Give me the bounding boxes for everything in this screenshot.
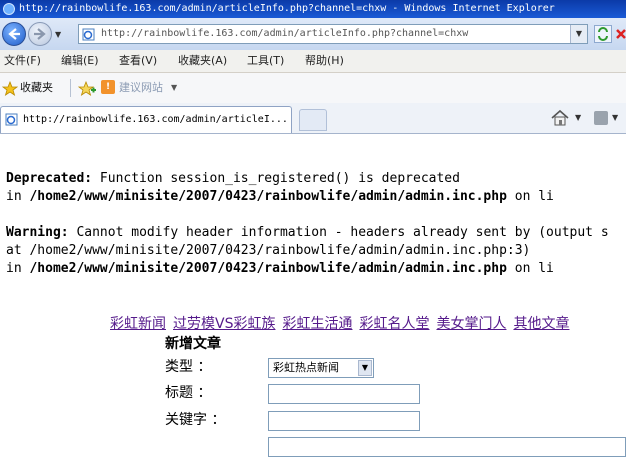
site-nav: 彩虹新闻 过劳模VS彩虹族 彩虹生活通 彩虹名人堂 美女掌门人 其他文章	[110, 314, 576, 334]
menu-file[interactable]: 文件(F)	[4, 50, 41, 72]
nav-link-other-articles[interactable]: 其他文章	[513, 316, 569, 332]
add-to-favorites-icon[interactable]	[78, 81, 96, 96]
menu-edit[interactable]: 编辑(E)	[61, 50, 99, 72]
page-icon	[5, 113, 18, 126]
keyword-input[interactable]	[268, 411, 420, 431]
title-label: 标题 ：	[165, 385, 212, 401]
history-dropdown-icon[interactable]: ▼	[55, 30, 61, 39]
type-selected-value: 彩虹热点新闻	[273, 361, 339, 374]
home-dropdown-icon[interactable]: ▼	[575, 110, 581, 126]
back-button[interactable]	[2, 22, 26, 46]
favorites-star-icon	[2, 81, 18, 96]
navigation-bar: ▼ http://rainbowlife.163.com/admin/artic…	[0, 18, 626, 50]
title-input[interactable]	[268, 384, 420, 404]
tab-current[interactable]: http://rainbowlife.163.com/admin/article…	[0, 106, 292, 133]
page-icon	[82, 28, 95, 41]
feeds-dropdown-icon[interactable]: ▼	[612, 110, 618, 126]
feeds-icon[interactable]	[594, 111, 608, 125]
deprecated-location: in /home2/www/minisite/2007/0423/rainbow…	[6, 189, 554, 204]
menu-bar: 文件(F) 编辑(E) 查看(V) 收藏夹(A) 工具(T) 帮助(H)	[0, 50, 626, 73]
tab-bar: http://rainbowlife.163.com/admin/article…	[0, 103, 626, 134]
forward-button[interactable]	[28, 22, 52, 46]
type-label: 类型 ：	[165, 359, 212, 375]
type-select[interactable]: 彩虹热点新闻 ▼	[268, 358, 374, 378]
separator	[70, 79, 71, 97]
chevron-down-icon[interactable]: ▼	[171, 73, 177, 103]
nav-link-rainbow-news[interactable]: 彩虹新闻	[110, 316, 166, 332]
nav-link-rainbow-hall-of-fame[interactable]: 彩虹名人堂	[359, 316, 429, 332]
form-title: 新增文章	[165, 336, 221, 352]
address-input[interactable]: http://rainbowlife.163.com/admin/article…	[101, 25, 468, 43]
refresh-button[interactable]	[594, 25, 612, 43]
window-title-bar: http://rainbowlife.163.com/admin/article…	[0, 0, 626, 18]
refresh-icon	[598, 27, 608, 41]
home-icon[interactable]	[550, 109, 570, 127]
warning-location: in /home2/www/minisite/2007/0423/rainbow…	[6, 261, 554, 276]
window-title: http://rainbowlife.163.com/admin/article…	[19, 3, 555, 14]
stop-icon	[616, 29, 626, 39]
nav-link-beauty-leaders[interactable]: 美女掌门人	[436, 316, 506, 332]
stop-button[interactable]	[614, 25, 626, 43]
warning-notice: Warning: Cannot modify header informatio…	[6, 225, 609, 240]
menu-tools[interactable]: 工具(T)	[247, 50, 284, 72]
menu-favorites[interactable]: 收藏夹(A)	[178, 50, 227, 72]
ie-icon	[3, 3, 15, 15]
favorites-bar: 收藏夹 ! 建议网站 ▼	[0, 73, 626, 104]
address-bar[interactable]: http://rainbowlife.163.com/admin/article…	[78, 24, 588, 44]
menu-view[interactable]: 查看(V)	[119, 50, 157, 72]
suggested-sites-button[interactable]: 建议网站	[119, 73, 163, 103]
address-dropdown-icon[interactable]: ▼	[570, 25, 587, 43]
deprecated-notice: Deprecated: Function session_is_register…	[6, 171, 460, 186]
content-textarea[interactable]	[268, 437, 626, 457]
chevron-down-icon[interactable]: ▼	[358, 360, 372, 376]
nav-link-rainbow-life[interactable]: 彩虹生活通	[282, 316, 352, 332]
new-tab-button[interactable]	[299, 109, 327, 131]
suggested-sites-icon: !	[101, 80, 115, 94]
menu-help[interactable]: 帮助(H)	[305, 50, 344, 72]
forward-arrow-icon	[34, 28, 46, 40]
warning-output-location: at /home2/www/minisite/2007/0423/rainbow…	[6, 243, 531, 258]
keyword-label: 关键字 ：	[165, 412, 226, 428]
back-arrow-icon	[8, 28, 20, 40]
tab-title: http://rainbowlife.163.com/admin/article…	[23, 114, 288, 125]
favorites-button[interactable]: 收藏夹	[20, 73, 53, 103]
nav-link-overwork-vs-rainbow[interactable]: 过劳模VS彩虹族	[173, 316, 275, 332]
